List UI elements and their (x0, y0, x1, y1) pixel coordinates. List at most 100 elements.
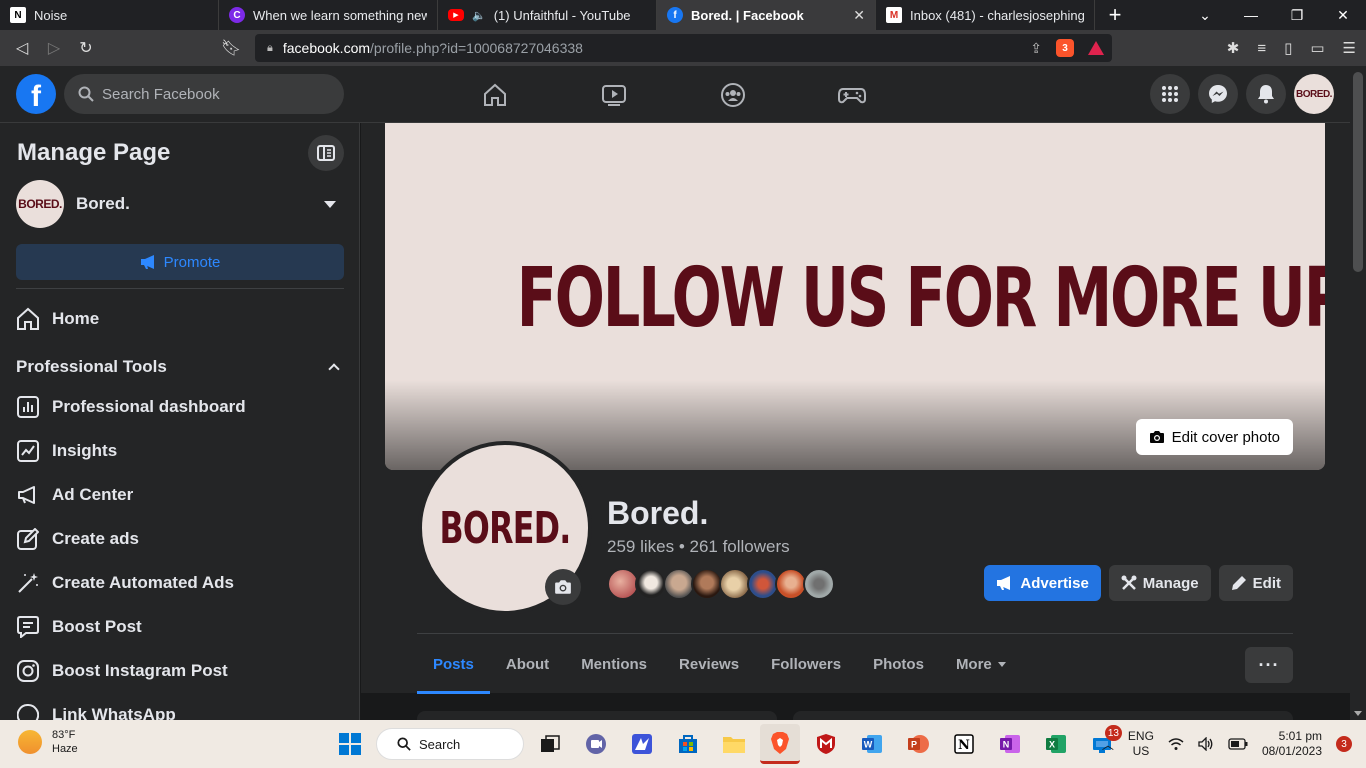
tab-about[interactable]: About (490, 634, 565, 694)
tab-youtube[interactable]: ▶ 🔈 (1) Unfaithful - YouTube (438, 0, 657, 30)
tab-search-icon[interactable]: ⌄ (1182, 0, 1228, 30)
gaming-nav-icon[interactable] (792, 66, 911, 123)
brave-browser-icon[interactable] (760, 724, 800, 764)
more-options-button[interactable]: ··· (1245, 647, 1293, 683)
facebook-header: f Search Facebook BORED. (0, 66, 1366, 123)
profile-header: FOLLOW US FOR MORE UPDATES! Edit cover p… (361, 123, 1350, 694)
browser-tab-strip: N Noise C When we learn something new, w… (0, 0, 1366, 30)
tab-followers[interactable]: Followers (755, 634, 857, 694)
share-icon[interactable]: ⇪ (1030, 40, 1042, 57)
brave-rewards-icon[interactable] (1088, 41, 1104, 55)
notion-icon[interactable]: N (944, 724, 984, 764)
tab-more[interactable]: More (940, 634, 1022, 694)
input-language[interactable]: ENG US (1128, 729, 1154, 759)
windows-start-icon[interactable] (330, 724, 370, 764)
tab-posts[interactable]: Posts (417, 634, 490, 694)
wallet-icon[interactable]: ▭ (1310, 39, 1324, 57)
wifi-icon[interactable] (1168, 737, 1184, 751)
manage-label: Manage (1142, 574, 1199, 592)
manage-button[interactable]: Manage (1108, 565, 1211, 601)
weather-temp: 83°F (52, 729, 76, 741)
extensions-icon[interactable]: ✱ (1227, 39, 1240, 57)
maximize-icon[interactable]: ❐ (1274, 0, 1320, 30)
likes-followers[interactable]: 259 likes • 261 followers (607, 537, 790, 557)
close-window-icon[interactable]: ✕ (1320, 0, 1366, 30)
advertise-button[interactable]: Advertise (984, 565, 1101, 601)
excel-icon[interactable]: X (1036, 724, 1076, 764)
url-field[interactable]: 🔒︎ facebook.com/profile.php?id=100068727… (255, 34, 1112, 62)
sidebar-item-boost-instagram-post[interactable]: Boost Instagram Post (16, 649, 344, 693)
system-clock[interactable]: 5:01 pm 08/01/2023 (1262, 729, 1322, 759)
taskbar-search[interactable]: Search (376, 728, 524, 760)
edit-cover-photo-button[interactable]: Edit cover photo (1135, 419, 1293, 455)
sidebar-icon[interactable]: ▯ (1284, 39, 1292, 57)
tab-noise[interactable]: N Noise (0, 0, 219, 30)
sidebar-item-home[interactable]: Home (16, 297, 344, 341)
tab-photos[interactable]: Photos (857, 634, 940, 694)
sidebar-item-insights[interactable]: Insights (16, 429, 344, 473)
menu-grid-icon[interactable] (1150, 74, 1190, 114)
new-tab-button[interactable]: + (1095, 0, 1135, 30)
speaker-icon[interactable]: 🔈 (472, 9, 486, 22)
tab-gmail[interactable]: M Inbox (481) - charlesjosephingal@ (876, 0, 1095, 30)
menu-icon[interactable]: ☰ (1343, 39, 1356, 57)
search-input[interactable]: Search Facebook (64, 74, 344, 114)
scrollbar-thumb[interactable] (1353, 72, 1363, 272)
sidebar-item-boost-post[interactable]: Boost Post (16, 605, 344, 649)
home-nav-icon[interactable] (435, 66, 554, 123)
account-avatar[interactable]: BORED. (1294, 74, 1334, 114)
bookmark-icon[interactable]: 🔖︎ (215, 30, 247, 66)
volume-icon[interactable] (1198, 737, 1214, 751)
microsoft-store-icon[interactable] (668, 724, 708, 764)
file-explorer-icon[interactable] (714, 724, 754, 764)
professional-tools-header[interactable]: Professional Tools (16, 355, 344, 379)
tab-mentions[interactable]: Mentions (565, 634, 663, 694)
brave-shield-icon[interactable]: 3 (1056, 39, 1074, 57)
zoom-it-icon[interactable] (622, 724, 662, 764)
update-profile-picture-button[interactable] (545, 569, 581, 605)
page-scrollbar[interactable] (1350, 66, 1366, 720)
notification-center-badge[interactable]: 3 (1336, 736, 1352, 752)
edit-button[interactable]: Edit (1218, 565, 1293, 601)
promote-button[interactable]: Promote (16, 244, 344, 280)
chevron-up-icon[interactable] (328, 363, 340, 375)
back-icon[interactable]: ◁ (6, 30, 38, 66)
weather-widget[interactable]: 83°F Haze (18, 728, 78, 756)
tab-canva[interactable]: C When we learn something new, we (219, 0, 438, 30)
follower-avatars[interactable] (607, 568, 835, 600)
mcafee-icon[interactable] (806, 724, 846, 764)
powerpoint-icon[interactable]: P (898, 724, 938, 764)
watch-nav-icon[interactable] (554, 66, 673, 123)
notifications-bell-icon[interactable] (1246, 74, 1286, 114)
battery-icon[interactable] (1228, 738, 1248, 750)
haze-weather-icon (18, 730, 42, 754)
forward-icon[interactable]: ▷ (38, 30, 70, 66)
scroll-down-icon[interactable] (1354, 711, 1362, 716)
follower-avatar[interactable] (803, 568, 835, 600)
word-icon[interactable]: W (852, 724, 892, 764)
sidebar-item-create-ads[interactable]: Create ads (16, 517, 344, 561)
page-switcher[interactable]: BORED. Bored. (16, 180, 344, 228)
chevron-up-icon[interactable]: ︿ (1102, 736, 1114, 753)
teams-chat-icon[interactable] (576, 724, 616, 764)
sidebar-item-create-automated-ads[interactable]: Create Automated Ads (16, 561, 344, 605)
close-tab-icon[interactable]: ✕ (853, 7, 865, 24)
playlist-icon[interactable]: ≡ (1257, 40, 1266, 57)
minimize-icon[interactable]: — (1228, 0, 1274, 30)
messenger-icon[interactable] (1198, 74, 1238, 114)
sidebar-item-ad-center[interactable]: Ad Center (16, 473, 344, 517)
reload-icon[interactable]: ↻ (70, 30, 102, 66)
tab-facebook[interactable]: f Bored. | Facebook ✕ (657, 0, 876, 30)
home-icon (16, 307, 40, 331)
cover-photo[interactable]: FOLLOW US FOR MORE UPDATES! Edit cover p… (385, 123, 1325, 470)
sidebar-item-link-whatsapp[interactable]: Link WhatsApp (16, 693, 344, 720)
chevron-down-icon[interactable] (324, 200, 336, 208)
tab-reviews[interactable]: Reviews (663, 634, 755, 694)
collapse-sidebar-icon[interactable] (308, 135, 344, 171)
sidebar-item-professional-dashboard[interactable]: Professional dashboard (16, 385, 344, 429)
manage-page-sidebar: Manage Page BORED. Bored. Promote Home P… (0, 123, 360, 720)
groups-nav-icon[interactable] (673, 66, 792, 123)
facebook-logo-icon[interactable]: f (16, 74, 56, 114)
onenote-icon[interactable]: N (990, 724, 1030, 764)
task-view-icon[interactable] (530, 724, 570, 764)
